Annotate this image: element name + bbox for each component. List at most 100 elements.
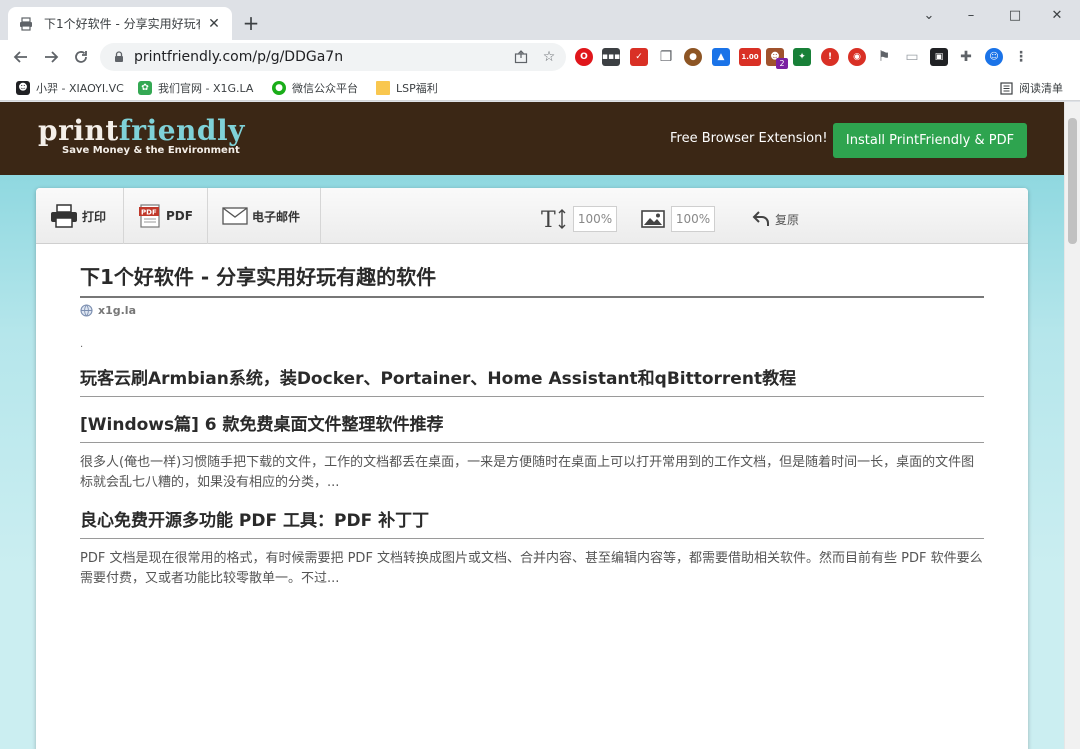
article-item[interactable]: 玩客云刷Armbian系统，装Docker、Portainer、Home Ass… [80, 367, 984, 397]
text-size-input[interactable]: 100% [573, 206, 617, 232]
image-icon [641, 210, 665, 228]
maximize-button[interactable]: □ [994, 0, 1036, 30]
flower-bookmark-icon: ✿ [138, 81, 152, 95]
document-content: 下1个好软件 - 分享实用好玩有趣的软件 x1g.la . 玩客云刷Armbia… [80, 264, 984, 589]
tab-title: 下1个好软件 - 分享实用好玩有趣 [44, 17, 200, 31]
copy-ext-icon[interactable]: ❐ [657, 48, 675, 66]
bookmark-star-icon[interactable]: ☆ [538, 46, 560, 68]
reader-ext-icon[interactable]: ▭ [903, 48, 921, 66]
minimize-button[interactable]: – [950, 0, 992, 30]
image-size-control[interactable]: 100% [641, 206, 715, 232]
printer-favicon-icon [18, 16, 34, 32]
image-ext-icon[interactable]: ▲ [712, 48, 730, 66]
pen-ext-icon[interactable]: ✓ [630, 48, 648, 66]
document-title[interactable]: 下1个好软件 - 分享实用好玩有趣的软件 [80, 264, 984, 298]
address-bar[interactable]: printfriendly.com/p/g/DDGa7n ☆ [100, 43, 566, 71]
email-label: 电子邮件 [252, 209, 301, 224]
cookie-ext-icon[interactable]: ● [684, 48, 702, 66]
browser-toolbar: printfriendly.com/p/g/DDGa7n ☆ O ▪▪▪ ✓ ❐ ● ▲ 1… [0, 40, 1080, 74]
speed-ext-icon[interactable]: 1.00 [739, 48, 761, 66]
pdf-button[interactable]: PDF PDF [124, 188, 208, 244]
bookmark-label: 微信公众平台 [292, 82, 358, 95]
share-icon[interactable] [510, 46, 532, 68]
article-item[interactable]: 良心免费开源多功能 PDF 工具：PDF 补丁丁 PDF 文档是现在很常用的格式… [80, 509, 984, 589]
article-heading[interactable]: 玩客云刷Armbian系统，装Docker、Portainer、Home Ass… [80, 367, 984, 397]
url-text[interactable]: printfriendly.com/p/g/DDGa7n [134, 49, 510, 65]
page-scrollbar[interactable] [1064, 102, 1080, 749]
pf-toolbar: 打印 PDF PDF 电子邮件 T 100% 100% 复原 [36, 188, 1028, 244]
device-ext-icon[interactable]: ▣ [930, 48, 948, 66]
bookmark-label: LSP福利 [396, 82, 438, 95]
undo-arrow-icon [752, 211, 769, 226]
page-viewport: printfriendly Save Money & the Environme… [0, 102, 1080, 749]
bookmark-xiaoyi[interactable]: ☻ 小羿 - XIAOYI.VC [16, 79, 124, 97]
logo-tagline: Save Money & the Environment [62, 145, 240, 156]
new-tab-button[interactable]: + [240, 11, 262, 35]
menu-icon[interactable]: ⋮ [1012, 48, 1030, 66]
reload-button[interactable] [68, 44, 94, 70]
logo-print: print [38, 114, 119, 147]
avatar-bookmark-icon: ☻ [16, 81, 30, 95]
extensions-icon[interactable]: ✚ [957, 48, 975, 66]
browser-tab[interactable]: 下1个好软件 - 分享实用好玩有趣 ✕ [8, 7, 232, 40]
article-heading[interactable]: [Windows篇] 6 款免费桌面文件整理软件推荐 [80, 413, 984, 443]
forward-arrow-icon [45, 51, 59, 63]
scrollbar-thumb[interactable] [1068, 118, 1077, 244]
tab-search-icon[interactable]: ⌄ [908, 0, 950, 30]
tab-close-icon[interactable]: ✕ [206, 16, 222, 32]
reading-list-label: 阅读清单 [1019, 82, 1063, 95]
pdf-label: PDF [166, 209, 193, 223]
article-excerpt: PDF 文档是现在很常用的格式，有时候需要把 PDF 文档转换成图片或文档、合并… [80, 551, 983, 586]
bookmark-label: 我们官网 - X1G.LA [158, 82, 254, 95]
back-arrow-icon [13, 51, 27, 63]
extension-badge: 2 [776, 58, 788, 69]
email-button[interactable]: 电子邮件 [208, 188, 321, 244]
envelope-icon [222, 207, 248, 225]
lock-icon [115, 51, 123, 62]
article-excerpt: 很多人(俺也一样)习惯随手把下载的文件，工作的文档都丢在桌面，一来是方便随时在桌… [80, 455, 975, 490]
pdf-icon: PDF [139, 204, 160, 228]
dots-ext-icon[interactable]: ▪▪▪ [602, 48, 620, 66]
reading-list-button[interactable]: 阅读清单 [1000, 79, 1063, 97]
alert-ext-icon[interactable]: ! [821, 48, 839, 66]
print-preview-card: 打印 PDF PDF 电子邮件 T 100% 100% 复原 下1个好软件 - … [36, 188, 1028, 749]
globe-icon [80, 304, 93, 317]
profile-avatar[interactable]: ☺ [985, 48, 1003, 66]
print-label: 打印 [82, 209, 107, 224]
printfriendly-logo[interactable]: printfriendly Save Money & the Environme… [38, 114, 245, 157]
print-button[interactable]: 打印 [36, 188, 124, 244]
bookmark-folder-lsp[interactable]: LSP福利 [376, 79, 438, 97]
svg-text:PDF: PDF [141, 209, 157, 217]
bookmark-wechat[interactable]: ● 微信公众平台 [272, 79, 358, 97]
reload-icon [75, 51, 87, 63]
lastpass-ext-icon[interactable]: ◉ [848, 48, 866, 66]
logo-friendly: friendly [118, 114, 245, 147]
image-size-input[interactable]: 100% [671, 206, 715, 232]
article-heading[interactable]: 良心免费开源多功能 PDF 工具：PDF 补丁丁 [80, 509, 984, 539]
folder-icon [376, 81, 390, 95]
printer-icon [51, 204, 77, 228]
printfriendly-header: printfriendly Save Money & the Environme… [0, 102, 1064, 175]
extension-promo-text: Free Browser Extension! [670, 131, 828, 146]
back-button[interactable] [8, 44, 34, 70]
bookmarks-bar: ☻ 小羿 - XIAOYI.VC ✿ 我们官网 - X1G.LA ● 微信公众平… [0, 74, 1080, 101]
undo-button[interactable]: 复原 [752, 206, 799, 232]
bookmark-x1g[interactable]: ✿ 我们官网 - X1G.LA [138, 79, 253, 97]
close-window-button[interactable]: ✕ [1036, 0, 1078, 30]
undo-label: 复原 [775, 212, 800, 227]
svg-text:T: T [541, 208, 556, 231]
text-size-control[interactable]: T 100% [541, 206, 617, 232]
flag-ext-icon[interactable]: ⚑ [875, 48, 893, 66]
install-extension-button[interactable]: Install PrintFriendly & PDF [833, 123, 1027, 158]
article-item[interactable]: [Windows篇] 6 款免费桌面文件整理软件推荐 很多人(俺也一样)习惯随手… [80, 413, 984, 493]
puzzle-color-ext-icon[interactable]: ✦ [793, 48, 811, 66]
text-size-icon: T [541, 208, 566, 231]
wechat-icon: ● [272, 81, 286, 95]
source-link[interactable]: x1g.la [80, 304, 984, 317]
forward-button[interactable] [38, 44, 64, 70]
opera-icon[interactable]: O [575, 48, 593, 66]
reading-list-icon [1000, 81, 1013, 95]
dot-text: . [80, 339, 84, 350]
source-domain: x1g.la [98, 304, 136, 317]
tab-strip: 下1个好软件 - 分享实用好玩有趣 ✕ + ⌄ – □ ✕ [0, 0, 1080, 40]
